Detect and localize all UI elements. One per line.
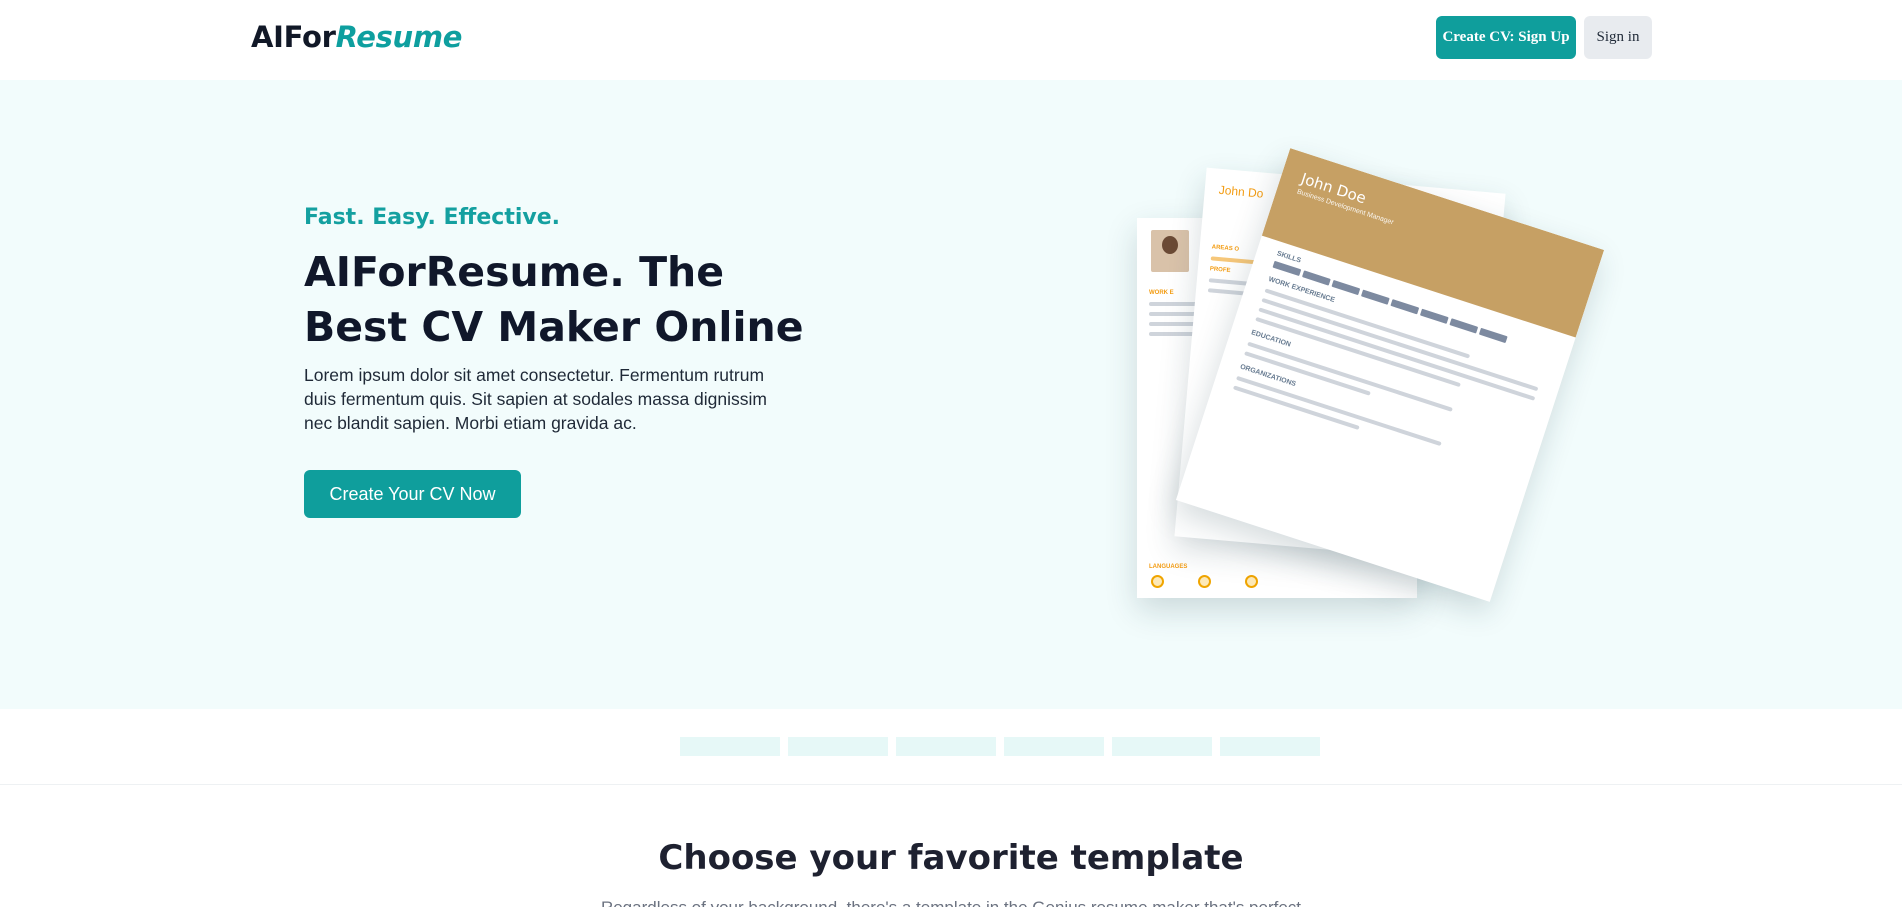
resume-header-band: John Doe Business Development Manager — [1261, 148, 1605, 338]
signin-button[interactable]: Sign in — [1584, 16, 1652, 59]
avatar — [1151, 230, 1189, 272]
back-languages-heading: LANGUAGES — [1149, 564, 1188, 570]
hero-section: Fast. Easy. Effective. AIForResume. The … — [0, 80, 1902, 709]
partner-logo-placeholder — [896, 737, 996, 756]
templates-section-title: Choose your favorite template — [658, 838, 1244, 878]
site-header: AIForResume Create CV: Sign Up Sign in — [0, 0, 1902, 80]
hero-tagline: Fast. Easy. Effective. — [304, 205, 561, 230]
language-level-icon — [1151, 575, 1164, 588]
partner-logo-placeholder — [680, 737, 780, 756]
hero-description: Lorem ipsum dolor sit amet consectetur. … — [304, 365, 767, 433]
language-dots — [1151, 575, 1258, 588]
partner-logos-strip — [0, 709, 1902, 785]
partner-logo-placeholder — [1220, 737, 1320, 756]
resume-name: John Doe — [1298, 169, 1369, 208]
language-level-icon — [1198, 575, 1211, 588]
site-logo[interactable]: AIForResume — [251, 20, 462, 54]
logo-prefix: AIFor — [251, 20, 336, 54]
signup-button[interactable]: Create CV: Sign Up — [1436, 16, 1576, 59]
partner-logo-placeholder — [788, 737, 888, 756]
resume-stack-illustration: WORK E LANGUAGES John Do AREAS O PROFE J… — [1120, 148, 1605, 630]
text-line — [1232, 385, 1360, 430]
create-cv-button[interactable]: Create Your CV Now — [304, 470, 521, 518]
partner-logo-placeholder — [1004, 737, 1104, 756]
language-level-icon — [1245, 575, 1258, 588]
templates-section-subtitle: Regardless of your background, there's a… — [0, 898, 1902, 907]
partner-logo-placeholder — [1112, 737, 1212, 756]
hero-title: AIForResume. The Best CV Maker Online — [304, 248, 804, 351]
logo-accent: Resume — [335, 20, 463, 54]
